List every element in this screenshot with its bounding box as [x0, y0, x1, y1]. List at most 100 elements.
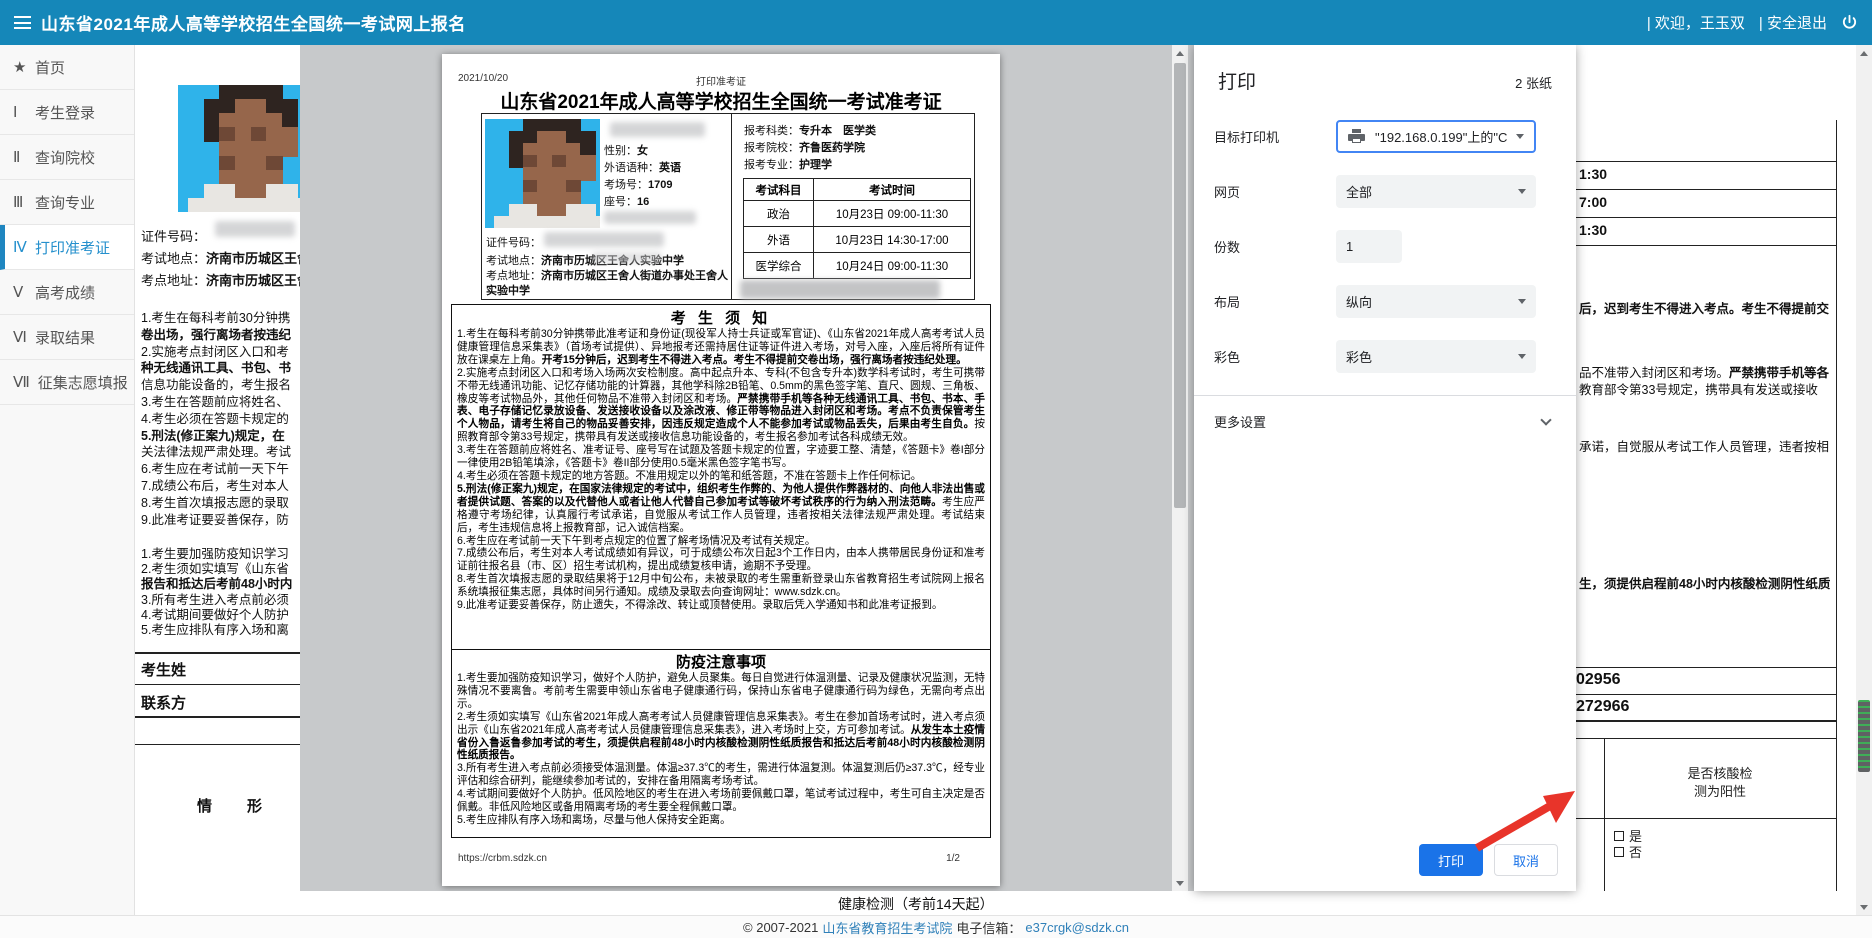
doc-paragraph: 2.实施考点封闭区入口和考场入场两次安检制度。高中起点升本、专科(不包含专升本)… [452, 367, 990, 444]
doc-field-label: 报考院校： [744, 142, 799, 154]
scrollbar-thumb[interactable] [1858, 700, 1870, 772]
checkbox-icon[interactable] [1614, 847, 1624, 857]
doc-paragraph: 9.此准考证要妥善保存，防止遗失，不得涂改、转让或顶替使用。录取后凭入学通知书和… [452, 599, 990, 612]
sidebar-item-colleges[interactable]: Ⅱ查询院校 [0, 135, 134, 180]
photo-pixel [235, 85, 252, 100]
logout-link[interactable]: | 安全退出 [1759, 12, 1827, 33]
photo-pixel [282, 198, 299, 212]
exam-table-row: 医学综合10月24日 09:00-11:30 [744, 253, 971, 279]
doc-paragraph: 1.考生在每科考前30分钟携带此准考证和身份证(现役军人持士兵证或军官证)、《山… [452, 328, 990, 367]
privacy-smudge [215, 221, 295, 237]
doc-id-row: 证件号码： [486, 234, 541, 250]
dropdown-caret-icon [1518, 354, 1526, 359]
doc-paragraph: 4.考试期间要做好个人防护。低风险地区的考生在进入考场前要佩戴口罩，笔试考试过程… [452, 788, 990, 814]
bg-number-fragment: 272966 [1576, 698, 1629, 716]
dropdown-caret-icon [1516, 134, 1524, 139]
text-segment: 1.考生要加强防疫知识学习，做好个人防护，避免人员聚集。每日自觉进行体温测量、记… [457, 672, 985, 710]
divider [1576, 245, 1836, 246]
sidebar-item-label: 高考成绩 [35, 282, 95, 303]
printer-icon [1348, 129, 1365, 144]
scroll-up-icon[interactable] [1856, 45, 1872, 61]
bg-site-line: 考试地点：济南市历城区王舍人实验中学 [141, 248, 300, 267]
site-title: 山东省2021年成人高等学校招生全国统一考试网上报名 [41, 10, 466, 35]
power-logout-icon[interactable] [1841, 14, 1858, 31]
photo-pixel [204, 99, 221, 114]
bg-time-fragment: 7:00 [1579, 194, 1607, 210]
photo-pixel [219, 113, 236, 128]
scroll-up-icon[interactable] [1172, 45, 1188, 61]
sidebar-item-label: 考生登录 [35, 102, 95, 123]
sidebar-item-prefix: Ⅱ [13, 148, 27, 167]
photo-pixel [266, 99, 283, 114]
photo-pixel [235, 141, 252, 156]
preview-document-page: 2021/10/20 打印准考证 山东省2021年成人高等学校招生全国统一考试准… [442, 54, 1000, 886]
photo-pixel [266, 156, 283, 171]
sidebar-item-prefix: Ⅶ [13, 373, 30, 392]
divider [1576, 161, 1836, 162]
text-segment: 品不准带入封闭区和考场。 [1579, 366, 1729, 380]
checkbox-icon[interactable] [1614, 831, 1624, 841]
exam-table-row: 外语10月23日 14:30-17:00 [744, 227, 971, 253]
sidebar-item-login[interactable]: Ⅰ 考生登录 [0, 90, 134, 135]
dialog-field-value: 全部 [1346, 182, 1372, 201]
preview-scrollbar[interactable] [1172, 45, 1188, 891]
text-segment: 生，须提供启程前48小时内核酸检测阴性纸质 [1579, 577, 1830, 591]
divider [731, 114, 732, 299]
divider [1576, 667, 1836, 668]
sidebar-item-home[interactable]: ★首页 [0, 45, 134, 90]
email-link[interactable]: e37crgk@sdzk.cn [1025, 920, 1129, 935]
doc-field-value: 英语 [659, 162, 681, 174]
sidebar-item-print-ticket[interactable]: Ⅳ打印准考证 [0, 225, 134, 270]
dialog-select[interactable]: 全部 [1336, 175, 1536, 208]
photo-pixel [580, 216, 595, 228]
dialog-field-row: 目标打印机"192.168.0.199"上的"C [1214, 120, 1552, 153]
doc-paragraph: 2.考生须如实填写《山东省2021年成人高考考试人员健康管理信息采集表》。考生在… [452, 711, 990, 763]
text-segment: 2.考生须如实填写《山东省2021年成人高考考试人员健康管理信息采集表》。考生在… [457, 711, 985, 736]
sidebar-item-majors[interactable]: Ⅲ查询专业 [0, 180, 134, 225]
divider [1604, 738, 1605, 891]
print-dialog-title: 打印 [1218, 67, 1256, 94]
photo-pixel [251, 156, 268, 171]
dialog-select[interactable]: 彩色 [1336, 340, 1536, 373]
dropdown-caret-icon [1518, 189, 1526, 194]
photo-pixel [282, 113, 299, 128]
org-link[interactable]: 山东省教育招生考试院 [822, 918, 952, 937]
photo-pixel [219, 141, 236, 156]
doc-info-box: 性别：女外语语种：英语考场号：1709座号：16 证件号码： 考试地点：济南市历… [481, 113, 975, 300]
photo-pixel [204, 113, 221, 128]
exam-table-row: 政治10月23日 09:00-11:30 [744, 201, 971, 227]
sidebar-item-admission[interactable]: Ⅵ录取结果 [0, 315, 134, 360]
photo-pixel [251, 198, 268, 212]
page-scrollbar[interactable] [1856, 45, 1872, 915]
scroll-down-icon[interactable] [1172, 875, 1188, 891]
print-button[interactable]: 打印 [1419, 844, 1483, 876]
hamburger-menu-icon[interactable] [14, 16, 31, 29]
sidebar-item-volunteer[interactable]: Ⅶ征集志愿填报 [0, 360, 134, 405]
privacy-smudge [610, 122, 705, 137]
doc-epidemic-box: 防疫注意事项 1.考生要加强防疫知识学习，做好个人防护，避免人员聚集。每日自觉进… [451, 649, 991, 838]
photo-pixel [235, 170, 252, 185]
sidebar-item-prefix: Ⅵ [13, 328, 27, 347]
bg-number-fragment: 02956 [1576, 671, 1621, 689]
scrollbar-thumb[interactable] [1174, 63, 1186, 508]
more-settings-button[interactable]: 更多设置 [1194, 396, 1576, 447]
photo-pixel [282, 127, 299, 142]
divider [1576, 818, 1836, 819]
dialog-printer-select[interactable]: "192.168.0.199"上的"C [1336, 120, 1536, 153]
photo-pixel [580, 167, 595, 180]
sidebar-item-scores[interactable]: Ⅴ高考成绩 [0, 270, 134, 315]
scroll-down-icon[interactable] [1856, 899, 1872, 915]
doc-paragraph: 4.考生必须在答题卡规定的地方答题。不准用规定以外的笔和纸答题，不准在答题卡上作… [452, 470, 990, 483]
cancel-button[interactable]: 取消 [1494, 844, 1558, 876]
photo-pixel [566, 216, 581, 228]
sheet-count: 2 张纸 [1515, 73, 1552, 92]
doc-paragraph: 5.考生应排队有序入场和离场，尽量与他人保持安全距离。 [452, 814, 990, 827]
sidebar-item-prefix: Ⅰ [13, 103, 27, 122]
dialog-select[interactable]: 纵向 [1336, 285, 1536, 318]
photo-pixel [266, 141, 283, 156]
privacy-smudge [544, 232, 664, 247]
checkbox-label: 否 [1629, 842, 1642, 861]
dialog-copies-input[interactable]: 1 [1336, 230, 1402, 263]
doc-paragraph: 8.考生首次填报志愿的录取结果将于12月中旬公布，未被录取的考生需重新登录山东省… [452, 573, 990, 599]
doc-page-number: 1/2 [946, 853, 960, 864]
